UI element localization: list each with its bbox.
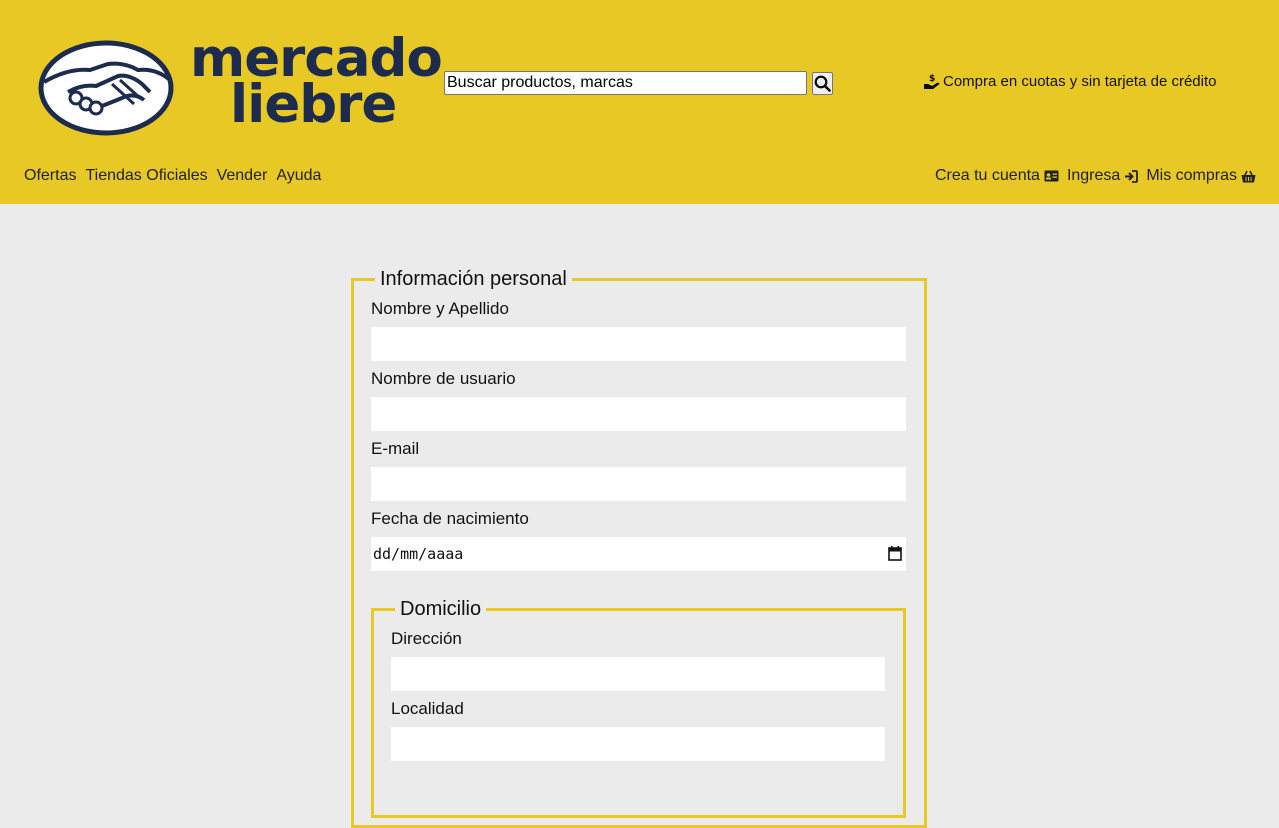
search-icon	[814, 75, 831, 92]
city-group: Localidad	[391, 700, 886, 761]
street-label: Dirección	[391, 629, 462, 648]
city-input[interactable]	[391, 727, 885, 761]
nav-ayuda[interactable]: Ayuda	[276, 167, 321, 185]
calendar-icon[interactable]	[888, 546, 902, 561]
street-group: Dirección	[391, 630, 886, 691]
search-button[interactable]	[812, 71, 833, 95]
sign-in-icon	[1125, 169, 1139, 183]
email-group: E-mail	[371, 440, 907, 501]
my-purchases-label: Mis compras	[1146, 167, 1237, 184]
personal-info-fieldset: Información personal Nombre y Apellido N…	[351, 268, 927, 828]
username-group: Nombre de usuario	[371, 370, 907, 431]
full-name-input[interactable]	[371, 327, 906, 361]
basket-icon	[1241, 170, 1256, 182]
address-legend: Domicilio	[400, 598, 482, 620]
address-fieldset: Domicilio Dirección Localidad	[371, 598, 906, 818]
my-purchases-link[interactable]: Mis compras	[1146, 167, 1256, 185]
full-name-group: Nombre y Apellido	[371, 300, 907, 361]
promo-link[interactable]: $ Compra en cuotas y sin tarjeta de créd…	[923, 73, 1216, 90]
create-account-link[interactable]: Crea tu cuenta	[935, 167, 1059, 185]
nav-ofertas[interactable]: Ofertas	[24, 167, 76, 185]
username-label: Nombre de usuario	[371, 369, 516, 388]
street-input[interactable]	[391, 657, 885, 691]
nav-tiendas-oficiales[interactable]: Tiendas Oficiales	[85, 167, 207, 185]
main-nav: Ofertas Tiendas Oficiales Vender Ayuda	[24, 167, 330, 185]
search-input[interactable]	[444, 71, 807, 95]
account-nav: Crea tu cuenta Ingresa Mis compras	[935, 167, 1256, 185]
birthdate-input[interactable]	[371, 537, 906, 571]
full-name-label: Nombre y Apellido	[371, 299, 509, 318]
email-label: E-mail	[371, 439, 420, 458]
create-account-label: Crea tu cuenta	[934, 167, 1040, 184]
brand-logo[interactable]: mercado liebre	[38, 32, 443, 140]
hand-money-icon: $	[924, 74, 940, 89]
personal-info-legend: Información personal	[380, 268, 567, 290]
brand-wordmark: mercado liebre	[190, 32, 443, 131]
svg-text:$: $	[929, 74, 935, 84]
handshake-icon	[38, 40, 174, 136]
site-header: mercado liebre $ Compra en cuotas y sin …	[0, 0, 1279, 204]
id-card-icon	[1044, 170, 1059, 182]
nav-vender[interactable]: Vender	[217, 167, 268, 185]
city-label: Localidad	[391, 699, 464, 718]
login-link[interactable]: Ingresa	[1066, 167, 1139, 185]
birthdate-wrapper	[371, 537, 906, 571]
email-input[interactable]	[371, 467, 906, 501]
birthdate-label: Fecha de nacimiento	[371, 509, 529, 528]
birthdate-group: Fecha de nacimiento	[371, 510, 907, 571]
search-bar	[444, 71, 833, 95]
promo-text: Compra en cuotas y sin tarjeta de crédit…	[943, 73, 1217, 90]
login-label: Ingresa	[1066, 167, 1121, 184]
username-input[interactable]	[371, 397, 906, 431]
